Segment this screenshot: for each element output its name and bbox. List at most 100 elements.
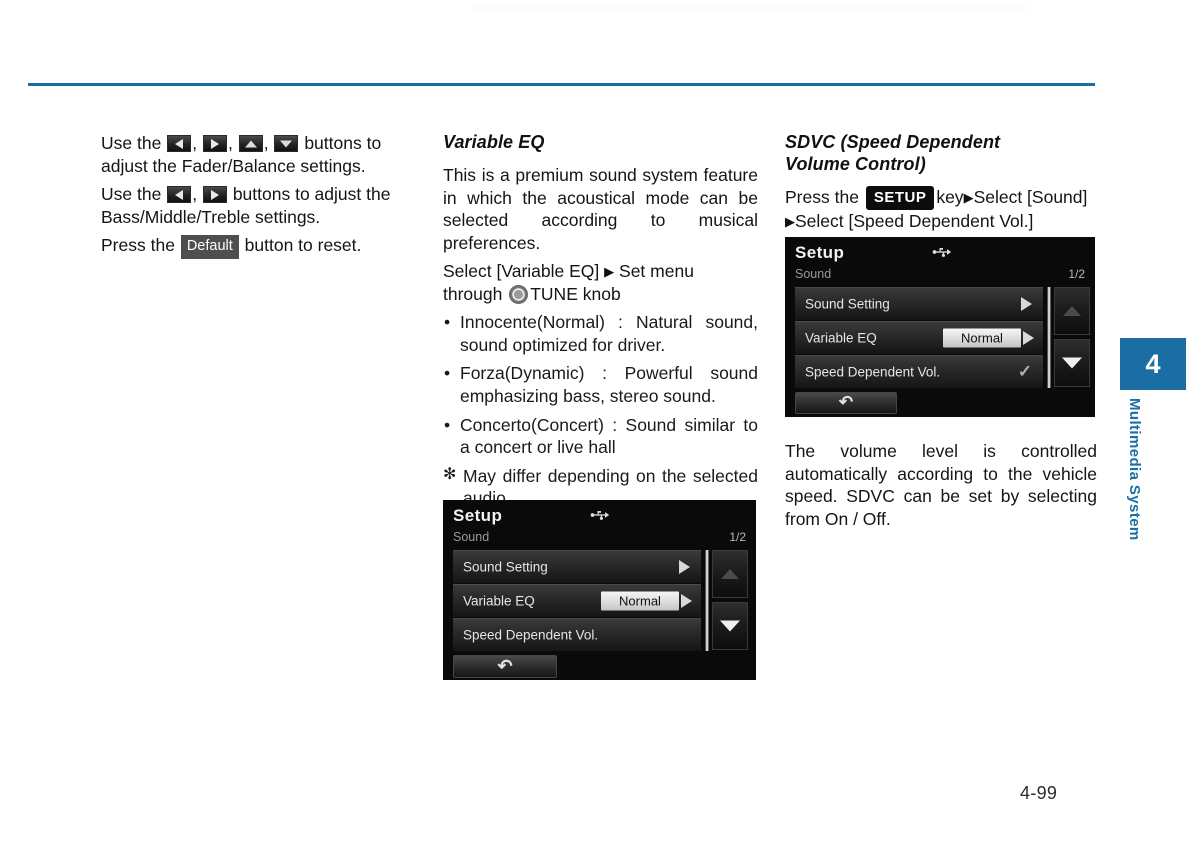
list-item: • Forza(Dynamic) : Powerful sound emphas… bbox=[443, 362, 758, 407]
default-button[interactable]: Default bbox=[180, 235, 239, 259]
fader-text-part-1: Use the bbox=[101, 133, 162, 153]
list-item-text: Innocente(Normal) : Natural sound, sound… bbox=[460, 312, 758, 355]
left-arrow-key-icon bbox=[167, 135, 192, 152]
variable-eq-value[interactable]: Normal bbox=[943, 328, 1021, 348]
screen-page-indicator: 1/2 bbox=[729, 530, 746, 544]
left-column: Use the , , , buttons to adjust the Fade… bbox=[101, 132, 421, 265]
bass-middle-treble-instruction: Use the , buttons to adjust the Bass/Mid… bbox=[101, 183, 421, 228]
variable-eq-select-instruction: Select [Variable EQ] ▶ Set menu through … bbox=[443, 260, 758, 305]
menu-row-speed-dependent-vol[interactable]: Speed Dependent Vol. ✓ bbox=[795, 355, 1043, 388]
screen-subtitle: Sound bbox=[453, 530, 490, 544]
menu-row-label: Speed Dependent Vol. bbox=[805, 364, 941, 380]
scrollbar-track[interactable] bbox=[1047, 287, 1051, 388]
triangle-up-icon bbox=[721, 569, 739, 579]
screen-subtitle: Sound bbox=[795, 267, 832, 281]
sep-1: , bbox=[192, 133, 198, 153]
list-item-text: Forza(Dynamic) : Powerful sound emphasiz… bbox=[460, 363, 758, 407]
setup-key-button[interactable]: SETUP bbox=[865, 185, 935, 210]
default-reset-instruction: Press the Default button to reset. bbox=[101, 234, 421, 259]
middle-column: Variable EQ This is a premium sound syst… bbox=[443, 132, 758, 516]
scan-artifact-band bbox=[470, 4, 1030, 11]
right-arrow-key-icon bbox=[202, 135, 227, 152]
default-text-part-2: button to reset. bbox=[244, 235, 362, 256]
sep-3: , bbox=[263, 133, 269, 153]
chapter-number-tab: 4 bbox=[1120, 338, 1186, 390]
back-arrow-icon: ↶ bbox=[838, 392, 854, 412]
screen-title: Setup bbox=[795, 243, 845, 262]
press-text-part-2: key bbox=[936, 186, 964, 207]
press-text-part-1: Press the bbox=[785, 186, 859, 207]
scroll-down-button[interactable] bbox=[1054, 339, 1090, 387]
page-number: 4-99 bbox=[1020, 783, 1058, 803]
list-item: • Concerto(Concert) : Sound similar to a… bbox=[443, 414, 758, 459]
right-column: SDVC (Speed Dependent Volume Control) Pr… bbox=[785, 132, 1097, 238]
menu-row-label: Speed Dependent Vol. bbox=[463, 627, 599, 643]
sdvc-heading: SDVC (Speed Dependent Volume Control) bbox=[785, 132, 1097, 176]
head-unit-screenshot-variable-eq: Setup Sound 1/2 Sound Setting Variable E… bbox=[443, 500, 756, 680]
sdvc-navigation-instruction: Press the SETUP key▶Select [Sound] ▶Selec… bbox=[785, 185, 1097, 233]
chevron-right-icon bbox=[1023, 331, 1034, 345]
left-arrow-key-icon bbox=[167, 186, 192, 204]
bullet-icon: • bbox=[444, 312, 451, 333]
list-item-text: Concerto(Concert) : Sound similar to a c… bbox=[460, 414, 758, 458]
chevron-right-icon bbox=[679, 560, 690, 574]
bmt-text-part-1: Use the bbox=[101, 184, 162, 205]
variable-eq-heading: Variable EQ bbox=[443, 132, 545, 152]
usb-icon bbox=[931, 246, 953, 261]
sdvc-heading-line-1: SDVC (Speed Dependent bbox=[785, 132, 1001, 152]
triangle-down-icon bbox=[1062, 357, 1082, 369]
press-text-part-4: Select [Speed Dependent Vol.] bbox=[795, 210, 1034, 231]
tune-knob-icon bbox=[509, 284, 529, 304]
arrow-right-icon: ▶ bbox=[963, 189, 974, 205]
back-button[interactable]: ↶ bbox=[453, 655, 557, 678]
menu-row-label: Variable EQ bbox=[805, 330, 877, 346]
press-text-part-3: Select [Sound] bbox=[973, 186, 1088, 207]
sep-4: , bbox=[192, 184, 198, 205]
scroll-up-button[interactable] bbox=[1054, 287, 1090, 335]
bullet-icon: • bbox=[444, 363, 451, 384]
chevron-right-icon bbox=[681, 594, 692, 608]
arrow-right-icon: ▶ bbox=[785, 213, 795, 229]
menu-row-sound-setting[interactable]: Sound Setting bbox=[795, 287, 1043, 320]
menu-row-speed-dependent-vol[interactable]: Speed Dependent Vol. bbox=[453, 618, 701, 651]
menu-row-label: Sound Setting bbox=[463, 559, 548, 575]
up-arrow-key-icon bbox=[238, 135, 263, 152]
bullet-icon: • bbox=[444, 414, 451, 435]
triangle-up-icon bbox=[1063, 306, 1081, 316]
usb-icon-glyph bbox=[590, 511, 610, 520]
down-arrow-key-icon bbox=[274, 135, 299, 152]
back-arrow-icon: ↶ bbox=[497, 655, 513, 676]
list-item: • Innocente(Normal) : Natural sound, sou… bbox=[443, 311, 758, 356]
scroll-down-button[interactable] bbox=[712, 602, 748, 650]
screen-page-indicator: 1/2 bbox=[1068, 267, 1085, 281]
usb-icon bbox=[589, 509, 611, 524]
scrollbar-track[interactable] bbox=[705, 550, 709, 651]
asterisk-note-icon: ✻ bbox=[443, 465, 457, 483]
menu-row-variable-eq[interactable]: Variable EQ Normal bbox=[795, 321, 1043, 354]
menu-row-label: Variable EQ bbox=[463, 593, 535, 609]
menu-row-sound-setting[interactable]: Sound Setting bbox=[453, 550, 701, 583]
arrow-right-icon: ▶ bbox=[604, 264, 615, 280]
triangle-down-icon bbox=[720, 620, 740, 632]
variable-eq-intro: This is a premium sound system feature i… bbox=[443, 164, 758, 253]
sdvc-description: The volume level is controlled automatic… bbox=[785, 441, 1097, 529]
chevron-right-icon bbox=[1021, 297, 1032, 311]
menu-row-label: Sound Setting bbox=[805, 296, 890, 312]
chapter-name-label: Multimedia System bbox=[1126, 398, 1143, 541]
scroll-up-button[interactable] bbox=[712, 550, 748, 598]
menu-row-variable-eq[interactable]: Variable EQ Normal bbox=[453, 584, 701, 617]
header-divider-rule bbox=[28, 83, 1095, 86]
screen-title: Setup bbox=[453, 506, 503, 525]
tune-knob-label: TUNE knob bbox=[530, 283, 621, 304]
right-arrow-key-icon bbox=[202, 186, 227, 204]
sdvc-heading-line-2: Volume Control) bbox=[785, 153, 926, 174]
checkmark-icon: ✓ bbox=[1017, 362, 1032, 381]
head-unit-screenshot-sdvc: Setup Sound 1/2 Sound Setting Variable E… bbox=[785, 237, 1095, 417]
select-text-part-1: Select [Variable EQ] bbox=[443, 261, 600, 282]
variable-eq-value[interactable]: Normal bbox=[601, 591, 679, 611]
default-text-part-1: Press the bbox=[101, 235, 175, 256]
variable-eq-mode-list: • Innocente(Normal) : Natural sound, sou… bbox=[443, 311, 758, 510]
sep-2: , bbox=[227, 133, 233, 153]
usb-icon-glyph bbox=[932, 248, 952, 257]
back-button[interactable]: ↶ bbox=[795, 392, 897, 414]
